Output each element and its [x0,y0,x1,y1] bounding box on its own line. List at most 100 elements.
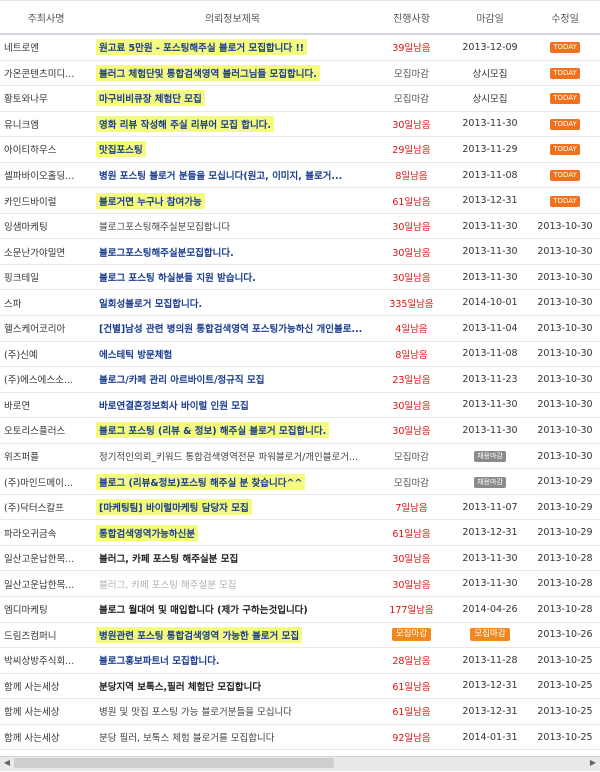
request-title-link[interactable]: 블로그/카페 관리 아르바이트/정규직 모집 [96,371,267,387]
scroll-right-arrow-icon[interactable]: ▶ [586,756,600,770]
today-badge: TODAY [550,195,580,207]
company-cell[interactable]: 잉샘마케팅 [0,213,92,240]
company-cell[interactable]: 카인드바이럴 [0,187,92,214]
table-row[interactable]: 핑크테일 블로그 포스팅 하실분들 지원 받습니다. 30일남음 2013-11-30… [0,264,600,291]
company-cell[interactable]: 소문난가야밀면 [0,238,92,265]
table-row[interactable]: 함께 사는세상 병원 및 맛집 포스팅 가능 블로거분들을 모십니다 61일남음 20… [0,698,600,725]
company-cell[interactable]: 아이티하우스 [0,136,92,163]
company-cell[interactable]: 드림즈컴퍼니 [0,622,92,649]
table-row[interactable]: 함께 사는세상 분당 필러, 보톡스 체험 블로거를 모집합니다 92일남음 2014… [0,724,600,751]
request-title-link[interactable]: 블러그, 카페 포스팅 해주실분 모집 [96,550,241,566]
company-cell[interactable]: 바로연 [0,392,92,419]
status-text: 30일남음 [392,579,431,591]
table-row[interactable]: 일산고운납한목... 블러그, 카페 포스팅 해주실분 모집 30일남음 2013-1… [0,545,600,572]
table-row[interactable]: 가온콘텐츠미디... 블러그 체험단및 통합검색영역 블러그님들 모집합니다. 모집… [0,60,600,87]
request-title-link[interactable]: 병원관련 포스팅 통합검색영역 가능한 블로거 모집 [96,626,303,643]
company-cell[interactable]: 스파 [0,289,92,317]
request-title-link[interactable]: 에스테틱 방문체험 [96,346,175,362]
scroll-thumb[interactable] [14,758,334,768]
table-row[interactable]: 위즈퍼플 정기적인의뢰_키워드 통합검색영역전문 파워블로거/개인블로거... 모집… [0,443,600,470]
table-row[interactable]: (주)에스에스소... 블로그/카페 관리 아르바이트/정규직 모집 23일남음 20… [0,366,600,393]
company-cell[interactable]: 함께 사는세상 [0,673,92,700]
company-cell[interactable]: 함께 사는세상 [0,698,92,725]
table-row[interactable]: 헬스케어코리아 [건별]남성 관련 병의원 통합검색영역 포스팅가능하신 개인블로… [0,315,600,342]
table-row[interactable]: 네트로엔 원고료 5만원 - 포스팅해주실 블로거 모집합니다 !! 39일남음 20… [0,34,600,61]
company-cell[interactable]: 함께 사는세상 [0,724,92,751]
company-cell[interactable]: 셀파바이오홀딩... [0,162,92,189]
company-cell[interactable]: 파라오귀금속 [0,519,92,546]
company-cell[interactable]: 박씨상방주식회... [0,647,92,674]
horizontal-scrollbar[interactable]: ◀ ▶ [0,752,600,772]
request-title-link[interactable]: 블로그포스팅해주실분모집합니다 [96,218,233,234]
table-row[interactable]: 드림즈컴퍼니 병원관련 포스팅 통합검색영역 가능한 블로거 모집 모집마감 모집마감… [0,622,600,649]
request-title-link[interactable]: 블로그홍보파트너 모집합니다. [96,652,223,668]
table-row[interactable]: 아이티하우스 맛집포스팅 29일남음 2013-11-29 TODAY [0,136,600,163]
request-title-link[interactable]: 분당 필러, 보톡스 체험 블로거를 모집합니다 [96,729,277,745]
request-title-link[interactable]: 병원 포스팅 블로거 분들을 모십니다(원고, 이미지, 블로거... [96,167,345,183]
table-row[interactable]: 박씨상방주식회... 블로그홍보파트너 모집합니다. 28일남음 2013-11-28… [0,647,600,674]
table-row[interactable]: 카인드바이럴 블로거면 누구나 참여가능 61일남음 2013-12-31 TODAY [0,187,600,214]
company-cell[interactable]: 네트로엔 [0,34,92,61]
request-title-link[interactable]: 바로연결혼정보회사 바이럴 인원 모집 [96,397,252,413]
title-cell: 병원 및 맛집 포스팅 가능 블로거분들을 모십니다 [92,698,373,725]
request-title-link[interactable]: 블러그, 카페 포스팅 해주실분 모집 [96,576,239,592]
company-cell[interactable]: 가온콘텐츠미디... [0,60,92,87]
request-title-link[interactable]: [건별]남성 관련 병의원 통합검색영역 포스팅가능하신 개인블로... [96,320,365,336]
request-title-link[interactable]: 블로그 포스팅 (리뷰 & 정보) 해주실 블로거 모집합니다. [96,422,330,439]
request-title-link[interactable]: 통합검색영역가능하신분 [96,524,199,541]
table-row[interactable]: 유니크엠 영화 리뷰 작성해 주실 리뷰어 모집 합니다. 30일남음 2013-11… [0,111,600,138]
company-cell[interactable]: 일산고운납한목... [0,570,92,598]
scroll-left-arrow-icon[interactable]: ◀ [0,756,14,770]
company-cell[interactable]: (주)마인드메이... [0,468,92,495]
request-title-link[interactable]: 블로그 (리뷰&정보)포스팅 해주실 분 찾습니다^^ [96,473,306,490]
table-row[interactable]: 오토리스플러스 블로그 포스팅 (리뷰 & 정보) 해주실 블로거 모집합니다. 3… [0,417,600,444]
company-cell[interactable]: 일산고운납한목... [0,545,92,572]
company-cell[interactable]: (주)닥터스칼프 [0,494,92,521]
title-cell: 바로연결혼정보회사 바이럴 인원 모집 [92,392,373,419]
company-cell[interactable]: 오토리스플러스 [0,417,92,444]
table-row[interactable]: (주)닥터스칼프 [마케팅팀] 바이럴마케팅 담당자 모집 7일남음 2013-11-… [0,494,600,521]
request-title-link[interactable]: 일회성블로거 모집합니다. [96,295,205,311]
deadline-cell: 2013-11-30 [450,213,530,240]
request-title-link[interactable]: [마케팅팀] 바이럴마케팅 담당자 모집 [96,499,252,516]
company-cell[interactable]: (주)신예 [0,341,92,368]
company-cell[interactable]: 핑크테일 [0,264,92,291]
request-title-link[interactable]: 블로그 월대여 및 매입합니다 (제가 구하는것입니다) [96,601,311,617]
company-cell[interactable]: 헬스케어코리아 [0,315,92,342]
title-cell: 블로그 포스팅 (리뷰 & 정보) 해주실 블로거 모집합니다. [92,417,373,444]
request-title-link[interactable]: 맛집포스팅 [96,141,146,158]
table-row[interactable]: 소문난가야밀면 블로그포스팅해주실분모집합니다. 30일남음 2013-11-30 20… [0,238,600,265]
request-title-link[interactable]: 블로거면 누구나 참여가능 [96,192,205,209]
table-row[interactable]: 파라오귀금속 통합검색영역가능하신분 61일남음 2013-12-31 2013-10-… [0,519,600,546]
request-title-link[interactable]: 원고료 5만원 - 포스팅해주실 블로거 모집합니다 !! [96,39,308,56]
request-title-link[interactable]: 병원 및 맛집 포스팅 가능 블로거분들을 모십니다 [96,703,295,719]
table-row[interactable]: 스파 일회성블로거 모집합니다. 335일남음 2014-10-01 2013-10-3… [0,289,600,317]
request-title-link[interactable]: 블로그 포스팅 하실분들 지원 받습니다. [96,269,259,285]
request-title-link[interactable]: 정기적인의뢰_키워드 통합검색영역전문 파워블로거/개인블로거... [96,448,361,464]
company-cell[interactable]: 위즈퍼플 [0,443,92,470]
company-cell[interactable]: 황토와나무 [0,85,92,112]
table-row[interactable]: 황토와나무 마구비비큐장 체험단 모집 모집마감 상시모집 TODAY [0,85,600,112]
table-row[interactable]: 엠디마케팅 블로그 월대여 및 매입합니다 (제가 구하는것입니다) 177일남음 2… [0,596,600,623]
request-title-link[interactable]: 블로그포스팅해주실분모집합니다. [96,244,237,260]
table-row[interactable]: 바로연 바로연결혼정보회사 바이럴 인원 모집 30일남음 2013-11-30 201… [0,392,600,419]
request-title-link[interactable]: 마구비비큐장 체험단 모집 [96,90,205,107]
status-cell: 61일남음 [373,187,450,214]
request-title-link[interactable]: 분당지역 보톡스,필러 체험단 모집합니다 [96,678,264,694]
table-row[interactable]: (주)신예 에스테틱 방문체험 8일남음 2013-11-08 2013-10-30 [0,341,600,368]
table-row[interactable]: 일산고운납한목... 블러그, 카페 포스팅 해주실분 모집 30일남음 2013-1… [0,570,600,598]
deadline-cell: 2013-11-23 [450,366,530,393]
table-row[interactable]: 잉샘마케팅 블로그포스팅해주실분모집합니다 30일남음 2013-11-30 2013-… [0,213,600,240]
deadline-cell: 채용마감 [450,443,530,470]
modified-cell: TODAY [530,162,600,189]
request-title-link[interactable]: 영화 리뷰 작성해 주실 리뷰어 모집 합니다. [96,115,275,132]
company-cell[interactable]: (주)에스에스소... [0,366,92,393]
table-row[interactable]: (주)마인드메이... 블로그 (리뷰&정보)포스팅 해주실 분 찾습니다^^ 모집… [0,468,600,495]
company-cell[interactable]: 유니크엠 [0,111,92,138]
request-title-link[interactable]: 블러그 체험단및 통합검색영역 블러그님들 모집합니다. [96,64,320,81]
table-row[interactable]: 셀파바이오홀딩... 병원 포스팅 블로거 분들을 모십니다(원고, 이미지, 블… [0,162,600,189]
company-cell[interactable]: 엠디마케팅 [0,596,92,623]
modified-cell: 2013-10-28 [530,545,600,572]
table-row[interactable]: 함께 사는세상 분당지역 보톡스,필러 체험단 모집합니다 61일남음 2013-12… [0,673,600,700]
deadline-cell: 2013-11-28 [450,647,530,674]
